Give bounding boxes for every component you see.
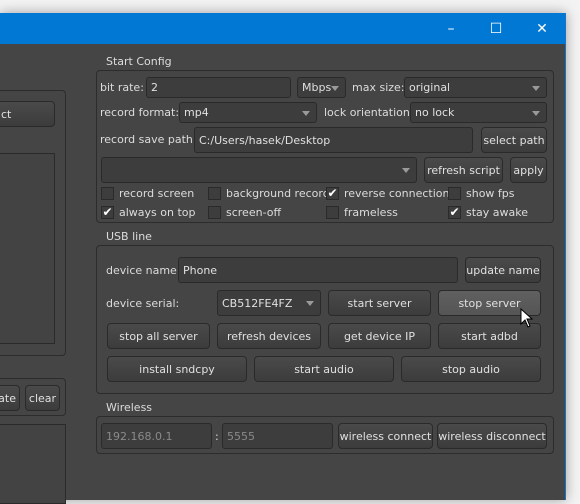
chevron-down-icon	[532, 85, 540, 91]
bit-rate-input[interactable]: 2	[146, 77, 291, 98]
bit-rate-unit-select[interactable]: Mbps	[297, 77, 346, 98]
screen-off-label: screen-off	[226, 206, 282, 219]
lock-orientation-value: no lock	[415, 106, 455, 119]
record-format-value: mp4	[184, 106, 209, 119]
usb-line-title: USB line	[106, 230, 152, 243]
script-select[interactable]	[101, 157, 417, 183]
select-path-button[interactable]: select path	[481, 127, 547, 153]
record-screen-checkbox[interactable]	[101, 187, 114, 200]
wireless-connect-button[interactable]: wireless connect	[338, 423, 433, 449]
frameless-label: frameless	[344, 206, 398, 219]
apply-button[interactable]: apply	[510, 157, 547, 183]
stay-awake-label: stay awake	[466, 206, 529, 219]
chevron-down-icon	[532, 110, 540, 116]
bit-rate-unit-value: Mbps	[302, 81, 332, 94]
start-config-title: Start Config	[106, 55, 172, 68]
chevron-down-icon	[306, 301, 314, 306]
wireless-disconnect-button[interactable]: wireless disconnect	[437, 423, 547, 449]
device-list[interactable]	[0, 153, 55, 344]
title-bar: – ☐ ✕	[0, 13, 565, 44]
stop-audio-button[interactable]: stop audio	[401, 356, 541, 382]
ip-port-separator: :	[215, 430, 219, 443]
show-fps-checkbox[interactable]	[448, 187, 461, 200]
save-path-label: record save path:	[100, 133, 197, 146]
record-format-label: record format:	[100, 106, 180, 119]
background-record-label: background record	[226, 187, 330, 200]
update-name-button[interactable]: update name	[465, 257, 541, 283]
ip-input[interactable]: 192.168.0.1	[101, 423, 212, 449]
record-format-select[interactable]: mp4	[179, 102, 317, 123]
lock-orientation-label: lock orientation:	[324, 106, 414, 119]
device-serial-label: device serial:	[106, 297, 180, 310]
frameless-checkbox[interactable]	[326, 206, 339, 219]
port-input[interactable]: 5555	[222, 423, 333, 449]
clear-button[interactable]: clear	[25, 385, 60, 411]
bit-rate-label: bit rate:	[100, 81, 144, 94]
log-output[interactable]	[0, 424, 66, 504]
device-serial-value: CB512FE4FZ	[222, 296, 293, 310]
connect-button[interactable]: ct	[0, 101, 55, 127]
refresh-script-button[interactable]: refresh script	[424, 157, 503, 183]
start-server-button[interactable]: start server	[328, 290, 431, 316]
maximize-button[interactable]: ☐	[474, 13, 518, 44]
install-sndcpy-button[interactable]: install sndcpy	[107, 356, 247, 382]
save-path-input[interactable]: C:/Users/hasek/Desktop	[194, 127, 473, 153]
record-screen-label: record screen	[119, 187, 195, 200]
max-size-select[interactable]: original	[404, 77, 547, 98]
background-record-checkbox[interactable]	[208, 187, 221, 200]
close-button[interactable]: ✕	[520, 13, 564, 44]
always-on-top-label: always on top	[119, 206, 196, 219]
device-serial-select[interactable]: CB512FE4FZ	[217, 290, 321, 316]
checkmark-icon: ✔	[327, 186, 338, 200]
max-size-label: max size:	[352, 81, 405, 94]
mouse-cursor-icon	[520, 308, 534, 328]
reverse-connection-label: reverse connection	[344, 187, 450, 200]
chevron-down-icon	[402, 168, 410, 173]
checkmark-icon: ✔	[102, 205, 113, 219]
chevron-down-icon	[302, 110, 310, 116]
minimize-button[interactable]: –	[429, 13, 473, 44]
lock-orientation-select[interactable]: no lock	[410, 102, 547, 123]
max-size-value: original	[409, 81, 451, 94]
device-name-input[interactable]: Phone	[178, 257, 458, 283]
stop-all-server-button[interactable]: stop all server	[107, 323, 210, 349]
screen-off-checkbox[interactable]	[208, 206, 221, 219]
stay-awake-checkbox[interactable]: ✔	[448, 206, 461, 219]
always-on-top-checkbox[interactable]: ✔	[101, 206, 114, 219]
start-audio-button[interactable]: start audio	[254, 356, 394, 382]
wireless-title: Wireless	[106, 401, 153, 414]
update-button[interactable]: ate	[0, 385, 20, 411]
device-name-label: device name:	[106, 264, 181, 277]
get-device-ip-button[interactable]: get device IP	[328, 323, 431, 349]
refresh-devices-button[interactable]: refresh devices	[217, 323, 321, 349]
reverse-connection-checkbox[interactable]: ✔	[326, 187, 339, 200]
show-fps-label: show fps	[466, 187, 515, 200]
chevron-down-icon	[331, 85, 339, 91]
checkmark-icon: ✔	[449, 205, 460, 219]
